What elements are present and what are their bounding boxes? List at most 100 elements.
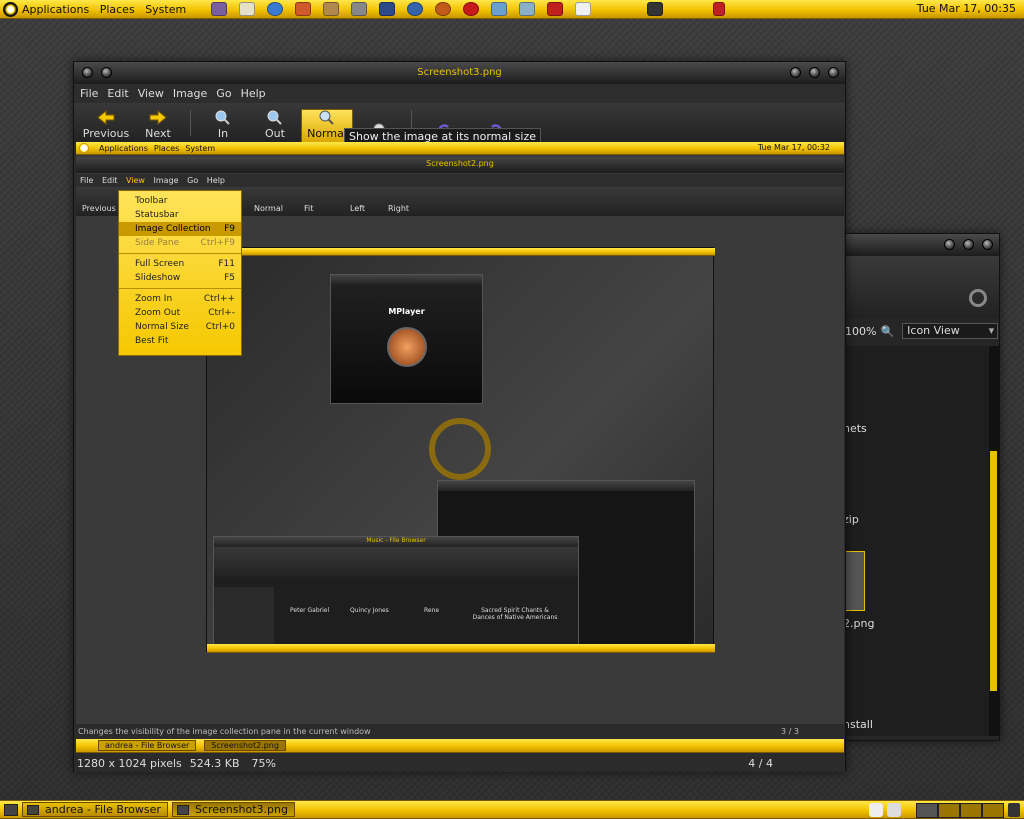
main-window[interactable]: Screenshot3.png File Edit View Image Go … [73, 61, 846, 772]
notification-icon[interactable] [713, 2, 726, 16]
ubuntu-logo-icon[interactable] [3, 1, 18, 17]
mplayer-title: MPlayer [388, 307, 425, 316]
main-window-titlebar[interactable]: Screenshot3.png [74, 62, 845, 84]
inner-top-panel: Applications Places System Tue Mar 17, 0… [76, 142, 844, 155]
zoom-level: 100% [845, 324, 877, 338]
help-icon[interactable] [407, 2, 424, 16]
star-icon[interactable] [547, 2, 564, 16]
folder-icon [27, 805, 39, 815]
inner-menu-view: View [125, 176, 145, 185]
zoom-out-button[interactable]: Out [249, 110, 301, 143]
main-statusbar: 1280 x 1024 pixels 524.3 KB 75% 4 / 4 [74, 754, 845, 772]
task-screenshot[interactable]: Screenshot3.png [171, 802, 295, 817]
nested-screenshot: MPlayer Music - File Browser Peter Gabri… [206, 247, 715, 653]
web-browser-icon[interactable] [267, 2, 284, 16]
bottom-panel: andrea - File Browser Screenshot3.png [0, 800, 1024, 819]
chevron-down-icon: ▾ [988, 324, 995, 337]
view-mode-label: Icon View [907, 324, 960, 337]
task-file-browser[interactable]: andrea - File Browser [22, 802, 168, 817]
network-icon[interactable] [887, 803, 901, 817]
folder-item: Quincy Jones [350, 607, 389, 614]
minimize-button[interactable] [790, 67, 801, 78]
back-window[interactable]: 100% 🔍 Icon View ▾ nets zip 2.png nstall [838, 233, 1000, 741]
notes-icon[interactable] [519, 2, 536, 16]
hourglass-icon[interactable] [323, 2, 340, 16]
nested-places-sidebar [214, 587, 274, 649]
applications-menu[interactable]: Applications [22, 3, 89, 16]
folder-item: Peter Gabriel [290, 607, 330, 614]
list-item[interactable]: nets [843, 422, 867, 435]
inner-task-screenshot: Screenshot2.png [204, 740, 286, 751]
close-button[interactable] [828, 67, 839, 78]
zoom-in-button[interactable]: In [197, 110, 249, 143]
mplayer-titlebar [331, 275, 482, 285]
package-icon[interactable] [491, 2, 508, 16]
workspace-1[interactable] [916, 803, 938, 818]
maximize-button[interactable] [963, 239, 974, 250]
mail-icon[interactable] [239, 2, 256, 16]
scrollbar-thumb[interactable] [990, 451, 997, 691]
view-mode-select[interactable]: Icon View ▾ [902, 323, 999, 339]
clock[interactable]: Tue Mar 17, 00:35 [917, 2, 1016, 15]
workspace-2[interactable] [938, 803, 960, 818]
menu-item-toolbar: Toolbar [135, 196, 168, 206]
show-desktop-icon[interactable] [4, 803, 18, 816]
menu-view[interactable]: View [138, 87, 164, 100]
trash-icon[interactable] [1008, 803, 1020, 817]
nested-file-browser-toolbar [214, 547, 578, 577]
maximize-button[interactable] [809, 67, 820, 78]
menu-go[interactable]: Go [216, 87, 231, 100]
workspace-icon[interactable] [647, 2, 664, 16]
text-editor-icon[interactable] [295, 2, 312, 16]
menu-help[interactable]: Help [241, 87, 266, 100]
menu-item-best-fit: Best Fit [135, 336, 169, 346]
back-window-titlebar[interactable] [839, 234, 999, 256]
close-button[interactable] [982, 239, 993, 250]
office-icon[interactable] [379, 2, 396, 16]
nested-top-panel [207, 248, 715, 256]
menu-file[interactable]: File [80, 87, 98, 100]
menu-item-side-pane: Side Pane Ctrl+F9 [135, 238, 235, 248]
inner-titlebar: Screenshot2.png [76, 157, 844, 173]
messenger-icon[interactable] [211, 2, 228, 16]
chat-icon[interactable] [463, 2, 480, 16]
arrow-left-icon [97, 110, 115, 125]
status-hint-row: Changes the visibility of the image coll… [78, 727, 843, 739]
menu-image[interactable]: Image [173, 87, 207, 100]
previous-label: Previous [82, 127, 130, 140]
terminal-titlebar [438, 481, 694, 491]
list-item[interactable]: 2.png [843, 617, 874, 630]
places-menu[interactable]: Places [100, 3, 135, 16]
panel-menu: Applications Places System [22, 3, 193, 16]
system-menu[interactable]: System [145, 3, 186, 16]
menu-separator [119, 253, 241, 254]
normal-size-label: Normal [307, 127, 347, 140]
list-item[interactable]: nstall [843, 718, 873, 731]
menu-separator [119, 288, 241, 289]
menu-edit[interactable]: Edit [107, 87, 128, 100]
tools-icon[interactable] [351, 2, 368, 16]
back-window-toolbar [839, 256, 999, 318]
toolbar-separator [190, 110, 191, 136]
next-button[interactable]: Next [132, 110, 184, 143]
workspace-3[interactable] [960, 803, 982, 818]
inner-logo-icon [79, 143, 89, 153]
media-player-icon[interactable] [435, 2, 452, 16]
folder-item: Rene [424, 607, 440, 614]
alarm-icon[interactable] [575, 2, 592, 16]
zoom-out-icon [267, 110, 282, 125]
zoom-icon[interactable]: 🔍 [880, 325, 894, 338]
notification-area-icon[interactable] [869, 803, 883, 817]
zoom-percent: 75% [251, 756, 276, 770]
nested-bottom-panel [207, 644, 715, 653]
folder-item: Sacred Spirit Chants & Dances of Native … [472, 607, 558, 621]
previous-button[interactable]: Previous [80, 110, 132, 143]
minimize-button[interactable] [944, 239, 955, 250]
scrollbar[interactable] [989, 346, 999, 736]
image-icon [176, 805, 189, 815]
workspace-4[interactable] [982, 803, 1004, 818]
workspace-switcher[interactable] [916, 803, 1004, 818]
back-window-content[interactable]: nets zip 2.png nstall [839, 346, 989, 736]
image-viewport[interactable]: Applications Places System Tue Mar 17, 0… [76, 142, 844, 724]
zoom-normal-icon [319, 110, 334, 125]
